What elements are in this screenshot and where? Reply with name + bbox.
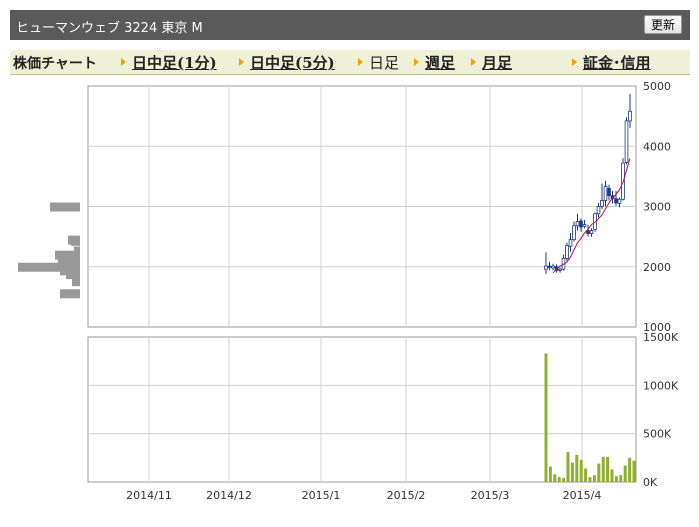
volume-panel (87, 336, 637, 483)
volume-bar (632, 460, 636, 482)
price-tick-label: 4000 (643, 140, 671, 153)
candle-body (617, 198, 622, 204)
volume-bar (548, 466, 552, 482)
volume-bar (566, 452, 570, 482)
volume-bar (570, 462, 574, 482)
volume-bar (544, 353, 548, 482)
volume-profile-bar (50, 202, 80, 212)
candle-body (624, 120, 629, 163)
volume-bar (588, 477, 592, 482)
candle-body (582, 224, 587, 227)
price-tick-label: 2000 (643, 261, 671, 274)
x-tick-label: 2015/1 (302, 489, 341, 502)
volume-profile-bar (72, 277, 80, 287)
volume-bar (592, 475, 596, 482)
candle-body (628, 110, 632, 122)
volume-bar (628, 457, 632, 482)
volume-tick-label: 1500K (643, 331, 679, 344)
x-tick-label: 2014/12 (206, 489, 252, 502)
volume-profile-bar (71, 236, 80, 246)
price-tick-label: 5000 (643, 80, 671, 93)
candle-body (589, 230, 594, 235)
candle-body (568, 239, 573, 247)
stock-chart: 500040003000200010001500K1000K500K0K2014… (18, 80, 679, 502)
x-tick-label: 2015/2 (387, 489, 426, 502)
volume-bar (584, 468, 588, 482)
candle-body (579, 220, 583, 228)
candle-body (603, 186, 608, 201)
volume-bar (562, 478, 566, 482)
candle-body (544, 265, 548, 270)
volume-tick-label: 500K (643, 428, 672, 441)
candle-body (596, 206, 601, 215)
volume-bar (623, 465, 627, 482)
volume-tick-label: 0K (643, 476, 658, 489)
volume-bar (619, 475, 623, 482)
price-tick-label: 3000 (643, 201, 671, 214)
volume-bar (553, 474, 557, 482)
candle-body (600, 200, 604, 207)
volume-bar (575, 454, 579, 482)
volume-profile-bar (60, 289, 80, 299)
x-tick-label: 2015/3 (471, 489, 510, 502)
candle-body (558, 268, 562, 271)
candle-body (565, 245, 569, 259)
volume-bar (601, 456, 605, 482)
x-tick-label: 2014/11 (126, 489, 172, 502)
volume-bar (557, 477, 561, 482)
candle-body (614, 198, 618, 204)
candle-body (572, 225, 576, 241)
x-tick-label: 2015/4 (563, 489, 602, 502)
candle-body (547, 265, 552, 268)
volume-bar (579, 459, 583, 482)
volume-bar (610, 469, 614, 482)
volume-bar (597, 463, 601, 482)
volume-tick-label: 1000K (643, 379, 679, 392)
candle-body (575, 221, 580, 227)
volume-bar (614, 476, 618, 482)
candle-body (607, 188, 611, 197)
candle-body (551, 265, 555, 269)
volume-bar (606, 456, 610, 482)
